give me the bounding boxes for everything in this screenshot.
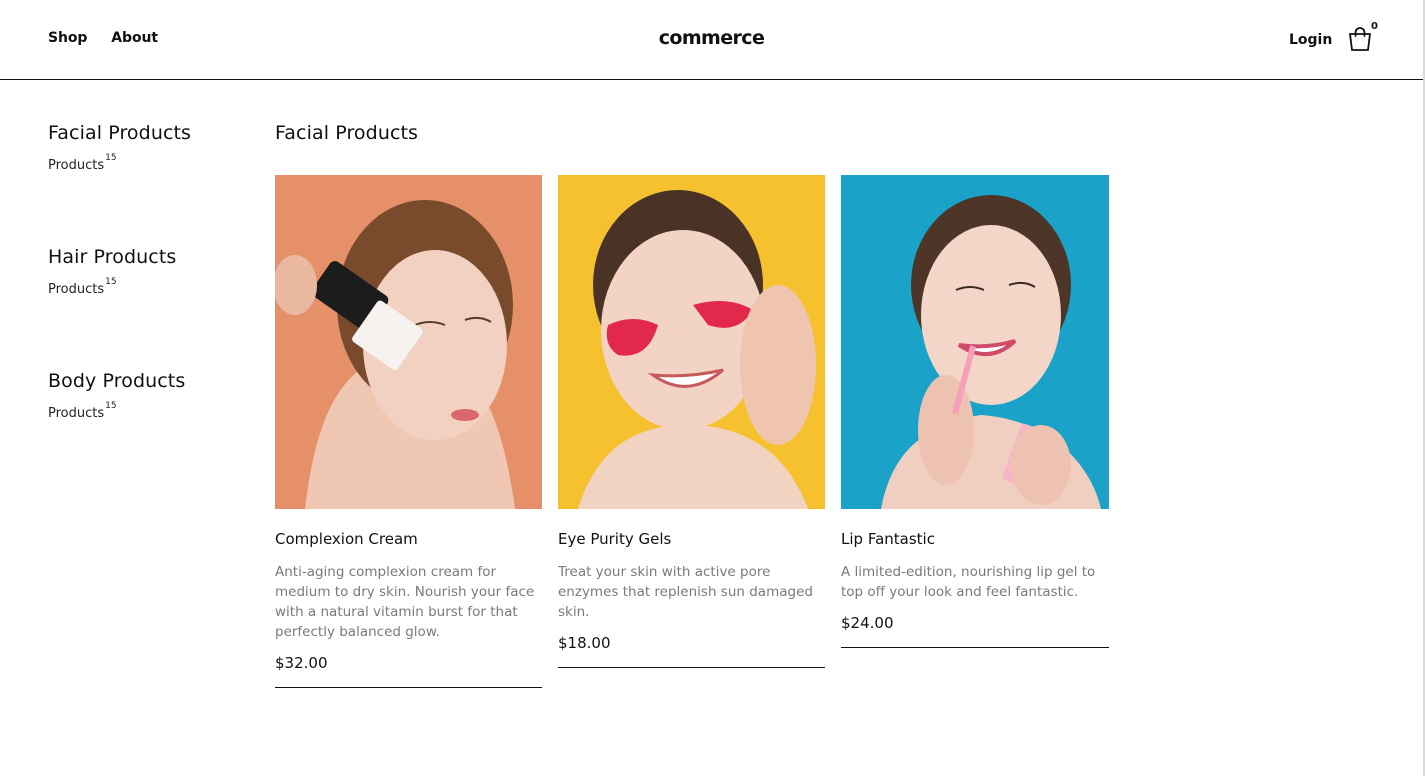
product-price: $24.00 [841, 613, 1109, 648]
product-name[interactable]: Eye Purity Gels [558, 529, 825, 549]
category-products-link[interactable]: Products15 [48, 277, 117, 297]
category-title[interactable]: Facial Products [48, 122, 248, 144]
category-sidebar: Facial Products Products15 Hair Products… [48, 122, 248, 494]
product-grid: Complexion Cream Anti-aging complexion c… [275, 175, 1109, 688]
login-link[interactable]: Login [1289, 32, 1332, 48]
cart-count-badge: 0 [1371, 21, 1378, 32]
product-image[interactable] [558, 175, 825, 509]
product-card[interactable]: Lip Fantastic A limited-edition, nourish… [841, 175, 1109, 688]
category-products-link[interactable]: Products15 [48, 153, 117, 173]
category-link-label: Products [48, 282, 105, 297]
category-title[interactable]: Hair Products [48, 246, 248, 268]
product-image[interactable] [841, 175, 1109, 509]
category-link-label: Products [48, 158, 105, 173]
product-description: Treat your skin with active pore enzymes… [558, 564, 813, 620]
category-hair: Hair Products Products15 [48, 246, 248, 370]
product-count: 15 [105, 153, 117, 163]
product-card[interactable]: Eye Purity Gels Treat your skin with act… [558, 175, 825, 688]
category-title[interactable]: Body Products [48, 370, 248, 392]
category-link-label: Products [48, 406, 105, 421]
product-description: A limited-edition, nourishing lip gel to… [841, 564, 1096, 600]
category-facial: Facial Products Products15 [48, 122, 248, 246]
product-count: 15 [105, 277, 117, 287]
page-title: Facial Products [275, 122, 419, 144]
product-image[interactable] [275, 175, 542, 509]
product-price: $18.00 [558, 633, 825, 668]
product-count: 15 [105, 401, 117, 411]
product-card[interactable]: Complexion Cream Anti-aging complexion c… [275, 175, 542, 688]
category-body: Body Products Products15 [48, 370, 248, 494]
shopping-bag-icon [1349, 27, 1371, 51]
site-logo[interactable]: commerce [0, 27, 1423, 49]
product-name[interactable]: Complexion Cream [275, 529, 542, 549]
product-price: $32.00 [275, 653, 542, 688]
product-description: Anti-aging complexion cream for medium t… [275, 564, 535, 640]
product-name[interactable]: Lip Fantastic [841, 529, 1109, 549]
cart-button[interactable] [1346, 25, 1374, 53]
category-products-link[interactable]: Products15 [48, 401, 117, 421]
site-header: Shop About commerce Login 0 [0, 0, 1423, 80]
